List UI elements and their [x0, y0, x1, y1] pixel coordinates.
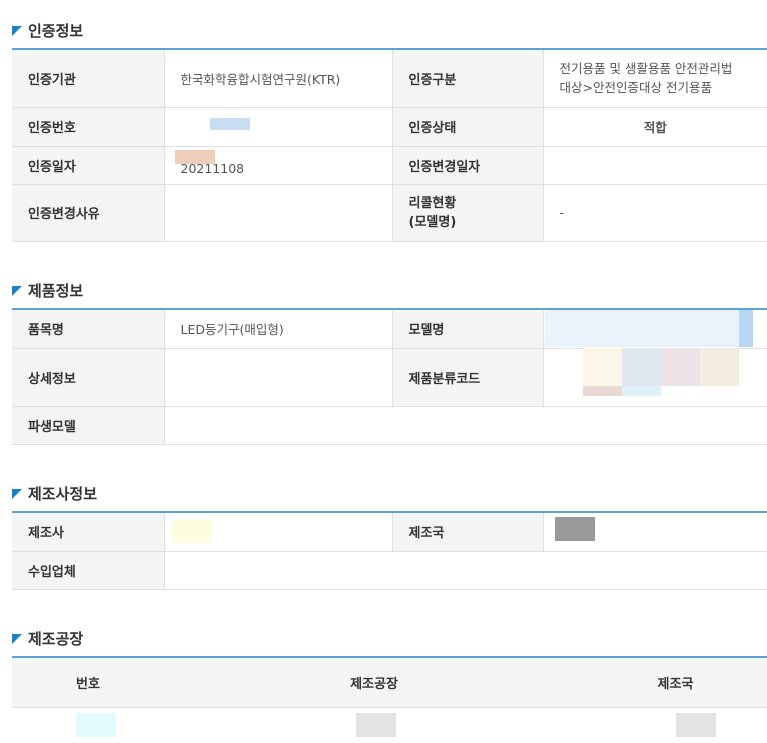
section-title-text: 제조사정보	[28, 485, 98, 503]
section-title-maker: 제조사정보	[12, 483, 97, 504]
derived-model-value	[163, 406, 767, 445]
product-name-label: 품목명	[12, 309, 164, 349]
redacted-code-3	[661, 348, 700, 386]
section-title-text: 인증정보	[28, 22, 84, 40]
factory-table: 번호 제조공장 제조국	[12, 656, 767, 708]
category-value: 전기용품 및 생활용품 안전관리법 대상>안전인증대상 전기용품	[542, 49, 767, 108]
section-marker-icon	[12, 285, 22, 296]
status-value: 적합	[542, 107, 767, 147]
derived-model-label: 파생모델	[12, 406, 164, 445]
code-label: 제품분류코드	[391, 348, 543, 407]
redacted-factory-country	[676, 713, 716, 737]
redacted-code-1	[583, 348, 622, 386]
redacted-code-6	[622, 386, 661, 396]
change-reason-value	[163, 184, 392, 242]
section-title-product: 제품정보	[12, 280, 83, 301]
section-title-text: 제조공장	[28, 630, 84, 648]
detail-value	[163, 348, 392, 407]
factory-header-name: 제조공장	[164, 657, 584, 708]
section-marker-icon	[12, 633, 22, 644]
maker-label: 제조사	[12, 512, 164, 552]
factory-header-country: 제조국	[584, 657, 767, 708]
category-value-line1: 전기용품 및 생활용품 안전관리법	[559, 61, 733, 77]
importer-value	[163, 551, 767, 590]
section-title-factory: 제조공장	[12, 628, 83, 649]
redacted-maker-country	[555, 517, 595, 541]
section-title-text: 제품정보	[28, 282, 84, 300]
recall-value: -	[542, 184, 767, 242]
redacted-code-5	[583, 386, 622, 396]
section-marker-icon	[12, 488, 22, 499]
change-date-label: 인증변경일자	[391, 146, 543, 185]
change-date-value	[542, 146, 767, 185]
redacted-maker	[172, 519, 212, 543]
agency-label: 인증기관	[12, 49, 164, 108]
section-marker-icon	[12, 25, 22, 36]
redacted-date-prefix	[175, 150, 215, 164]
recall-label-line1: 리콜현황	[408, 195, 457, 211]
section-title-cert: 인증정보	[12, 20, 83, 41]
redacted-code-4	[700, 348, 739, 386]
redacted-number	[210, 118, 250, 130]
recall-label-line2: (모델명)	[408, 214, 457, 230]
model-label: 모델명	[391, 309, 543, 349]
recall-label: 리콜현황 (모델명)	[391, 184, 543, 242]
status-label: 인증상태	[391, 107, 543, 147]
product-name-value: LED등기구(매입형)	[163, 309, 392, 349]
redacted-factory-number	[76, 713, 116, 737]
number-value	[163, 107, 392, 147]
redacted-factory-name	[356, 713, 396, 737]
redacted-code-2	[622, 348, 661, 386]
maker-info-table: 제조사 제조국 수입업체	[12, 511, 767, 590]
factory-header-number: 번호	[12, 657, 164, 708]
cert-info-table: 인증기관 한국화학융합시험연구원(KTR) 인증구분 전기용품 및 생활용품 안…	[12, 48, 767, 242]
agency-value: 한국화학융합시험연구원(KTR)	[163, 49, 392, 108]
change-reason-label: 인증변경사유	[12, 184, 164, 242]
detail-label: 상세정보	[12, 348, 164, 407]
number-label: 인증번호	[12, 107, 164, 147]
redacted-model-edge	[739, 310, 753, 347]
maker-country-label: 제조국	[391, 512, 543, 552]
category-label: 인증구분	[391, 49, 543, 108]
date-label: 인증일자	[12, 146, 164, 185]
redacted-model	[545, 310, 740, 347]
importer-label: 수입업체	[12, 551, 164, 590]
category-value-line2: 대상>안전인증대상 전기용품	[559, 80, 712, 96]
